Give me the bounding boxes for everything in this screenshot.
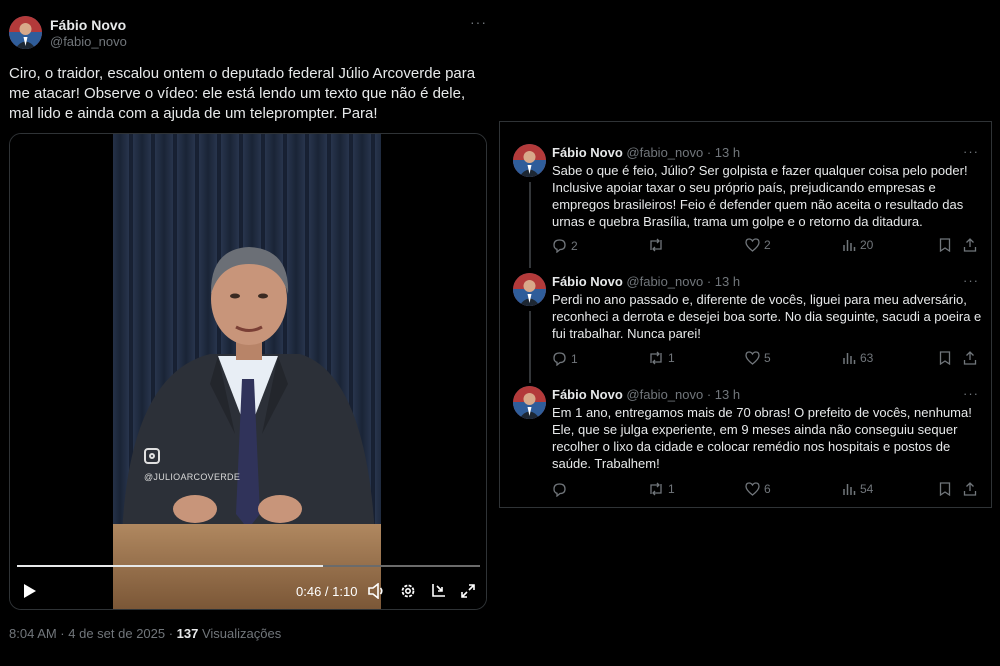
like-button[interactable]: 2 [745, 238, 771, 252]
share-icon [963, 351, 977, 365]
bookmark-icon [939, 482, 951, 496]
reply-icon [553, 352, 566, 366]
reply-text: Sabe o que é feio, Júlio? Ser golpista e… [552, 163, 968, 229]
repost-count: 1 [668, 482, 675, 496]
reply-thread: Fábio Novo @fabio_novo · 13 h ··· Sabe o… [499, 121, 992, 508]
more-options-icon[interactable]: ··· [963, 386, 979, 401]
views-icon [843, 240, 856, 251]
views-icon [843, 353, 856, 364]
reply-header: Fábio Novo @fabio_novo · 13 h [552, 145, 740, 160]
share-button[interactable] [963, 238, 977, 252]
reply-text: Perdi no ano passado e, diferente de voc… [552, 292, 982, 341]
list-item[interactable]: Fábio Novo @fabio_novo · 13 h ··· Sabe o… [500, 144, 991, 268]
repost-icon [650, 351, 662, 365]
author-handle[interactable]: @fabio_novo [50, 34, 127, 49]
instagram-icon [144, 448, 160, 464]
tweet-meta: 8:04 AM · 4 de set de 2025 · 137 Visuali… [9, 626, 281, 641]
views-count: 20 [860, 238, 874, 252]
video-player[interactable]: @JULIOARCOVERDE 0:46 / 1:10 [9, 133, 487, 610]
share-icon [963, 238, 977, 252]
reply-count: 1 [571, 351, 578, 366]
more-options-icon[interactable]: ··· [470, 14, 487, 30]
repost-button[interactable] [648, 238, 668, 252]
list-item[interactable]: Fábio Novo @fabio_novo · 13 h ··· Em 1 a… [500, 386, 991, 506]
share-button[interactable] [963, 482, 977, 496]
video-progress-bar[interactable] [17, 565, 480, 567]
like-button[interactable]: 6 [745, 482, 771, 496]
settings-icon[interactable] [398, 579, 418, 603]
share-button[interactable] [963, 351, 977, 365]
tweet-timestamp[interactable]: 8:04 AM · 4 de set de 2025 · [9, 626, 177, 641]
reply-text: Em 1 ano, entregamos mais de 70 obras! O… [552, 405, 972, 471]
repost-count: 1 [668, 351, 675, 365]
video-controls: 0:46 / 1:10 [10, 579, 486, 603]
action-bar: 1 1 5 63 [552, 351, 982, 369]
views-button[interactable]: 63 [842, 351, 873, 365]
like-count: 5 [764, 351, 771, 365]
reply-header: Fábio Novo @fabio_novo · 13 h [552, 387, 740, 402]
repost-button[interactable]: 1 [648, 482, 675, 496]
reply-count: 2 [571, 238, 578, 253]
views-label: Visualizações [198, 626, 282, 641]
action-bar: 1 6 54 [552, 482, 982, 500]
author-handle[interactable]: @fabio_novo · 13 h [626, 274, 740, 289]
pip-icon[interactable] [428, 579, 448, 603]
bookmark-icon [939, 238, 951, 252]
thread-connector [529, 182, 531, 268]
avatar[interactable] [513, 273, 546, 306]
views-icon [843, 484, 856, 495]
heart-icon [745, 482, 760, 496]
reply-icon [553, 239, 566, 253]
views-button[interactable]: 20 [842, 238, 873, 252]
reply-button[interactable] [552, 482, 571, 497]
video-progress-fill [17, 565, 323, 567]
bookmark-button[interactable] [939, 482, 951, 496]
fullscreen-icon[interactable] [458, 579, 478, 603]
play-icon[interactable] [20, 579, 40, 603]
like-count: 2 [764, 238, 771, 252]
author-name[interactable]: Fábio Novo [50, 17, 126, 33]
bookmark-button[interactable] [939, 351, 951, 365]
repost-icon [650, 482, 662, 496]
avatar[interactable] [513, 386, 546, 419]
video-time: 0:46 / 1:10 [296, 584, 358, 599]
bookmark-button[interactable] [939, 238, 951, 252]
author-name[interactable]: Fábio Novo [552, 387, 623, 402]
author-name[interactable]: Fábio Novo [552, 274, 623, 289]
tweet-text: Ciro, o traidor, escalou ontem o deputad… [9, 65, 476, 122]
repost-icon [650, 238, 662, 252]
video-watermark: @JULIOARCOVERDE [144, 472, 241, 482]
bookmark-icon [939, 351, 951, 365]
avatar[interactable] [9, 16, 42, 49]
reply-button[interactable]: 2 [552, 238, 578, 253]
share-icon [963, 482, 977, 496]
views-count: 137 [176, 626, 199, 641]
reply-icon [553, 483, 566, 497]
more-options-icon[interactable]: ··· [963, 273, 979, 288]
reply-button[interactable]: 1 [552, 351, 578, 366]
like-button[interactable]: 5 [745, 351, 771, 365]
like-count: 6 [764, 482, 771, 496]
views-count: 63 [860, 351, 874, 365]
avatar[interactable] [513, 144, 546, 177]
author-name[interactable]: Fábio Novo [552, 145, 623, 160]
author-handle[interactable]: @fabio_novo · 13 h [626, 387, 740, 402]
video-frame [10, 134, 486, 609]
repost-button[interactable]: 1 [648, 351, 675, 365]
volume-icon[interactable] [367, 579, 387, 603]
heart-icon [745, 351, 760, 365]
main-tweet: Fábio Novo @fabio_novo ··· Ciro, o traid… [0, 0, 497, 666]
list-item[interactable]: Fábio Novo @fabio_novo · 13 h ··· Perdi … [500, 273, 991, 383]
action-bar: 2 2 20 [552, 238, 982, 256]
author-handle[interactable]: @fabio_novo · 13 h [626, 145, 740, 160]
thread-connector [529, 311, 531, 383]
views-count: 54 [860, 482, 874, 496]
more-options-icon[interactable]: ··· [963, 144, 979, 159]
views-button[interactable]: 54 [842, 482, 873, 496]
reply-header: Fábio Novo @fabio_novo · 13 h [552, 274, 740, 289]
heart-icon [745, 238, 760, 252]
